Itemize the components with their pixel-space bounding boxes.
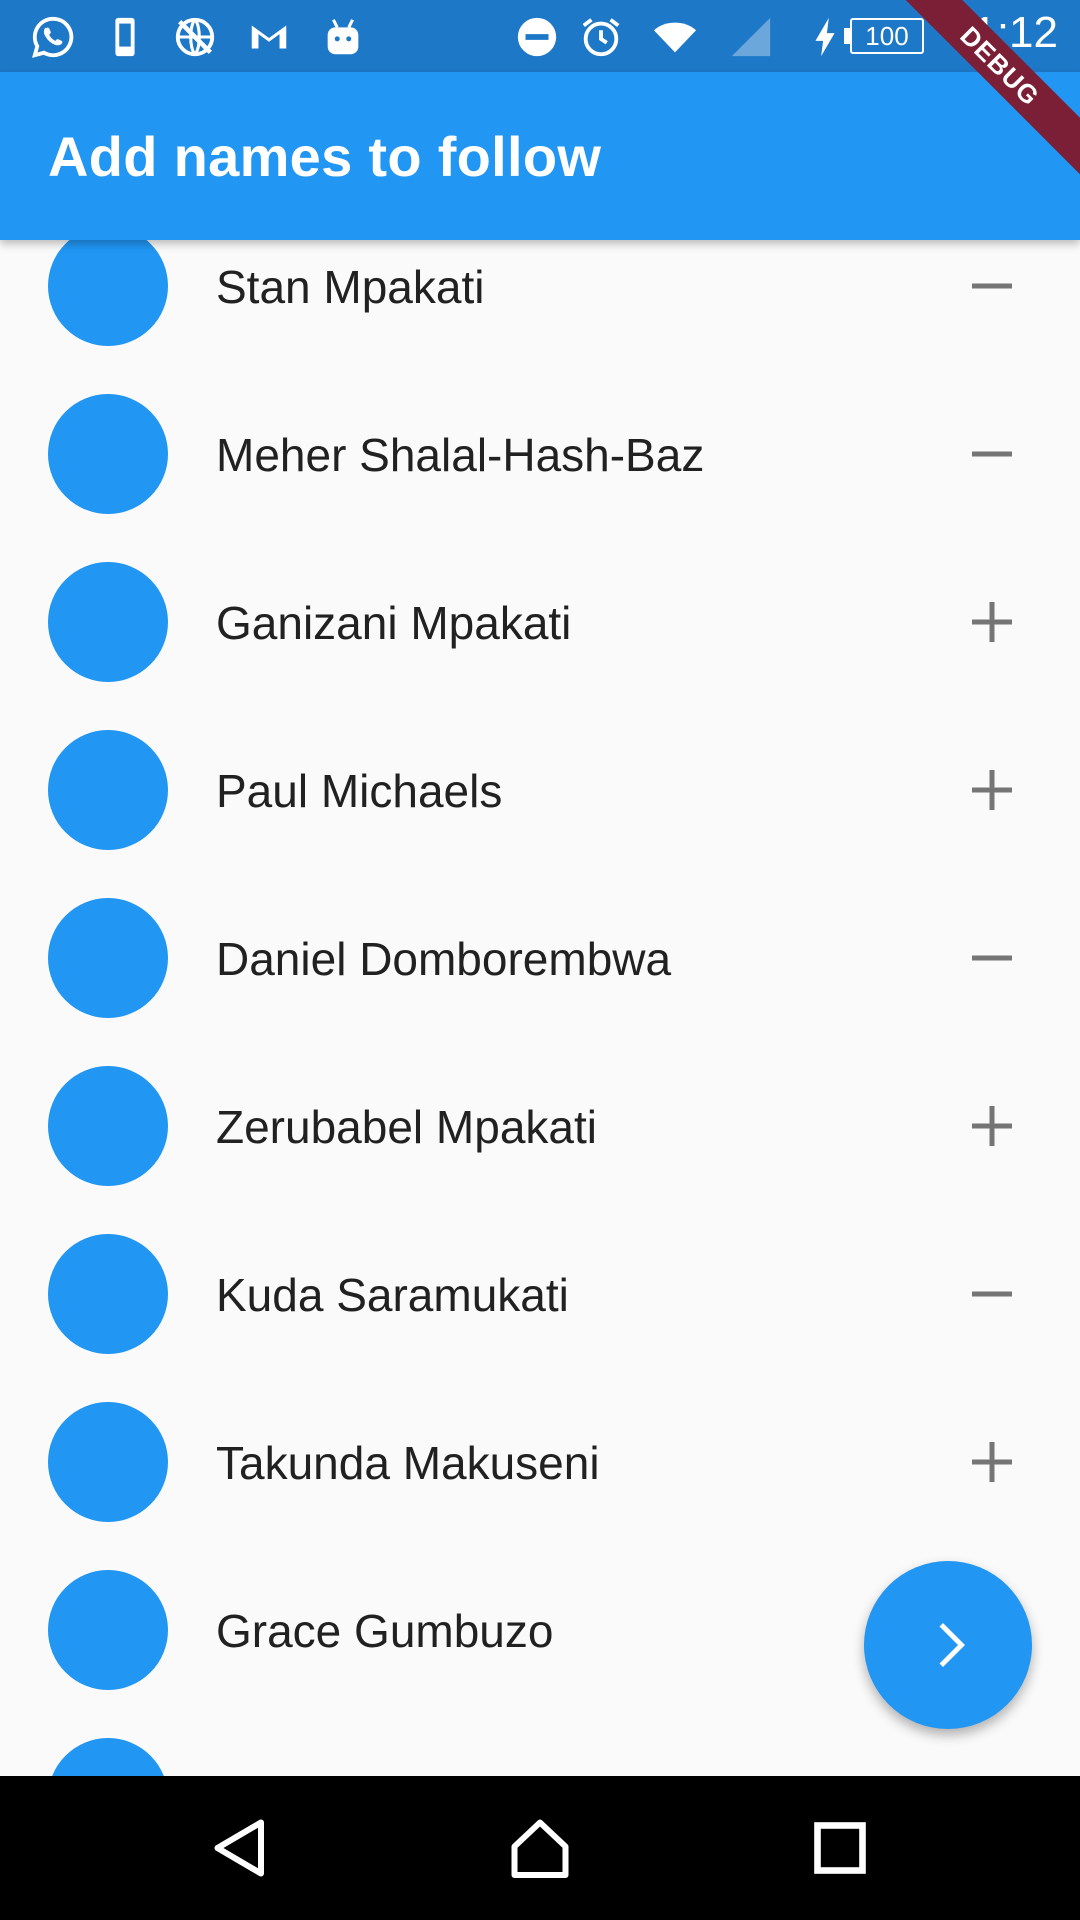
contact-name: Takunda Makuseni: [216, 1437, 600, 1489]
avatar: [48, 730, 168, 850]
list-item[interactable]: Zerubabel Mpakati: [0, 1042, 1080, 1210]
list-item[interactable]: Kuda Saramukati: [0, 1210, 1080, 1378]
avatar: [48, 898, 168, 1018]
avatar: [48, 1234, 168, 1354]
minus-icon: [972, 1291, 1012, 1297]
avatar: [48, 1570, 168, 1690]
navigation-bar: [0, 1776, 1080, 1920]
charging-icon: [815, 17, 835, 57]
home-icon[interactable]: [504, 1812, 576, 1884]
contact-name: Grace Gumbuzo: [216, 1605, 554, 1657]
avatar: [48, 1402, 168, 1522]
battery-icon: 100: [844, 18, 926, 54]
gmail-icon: [251, 25, 287, 49]
minus-icon: [972, 283, 1012, 289]
wifi-icon: [653, 22, 697, 53]
avatar: [48, 394, 168, 514]
plus-icon: [972, 1442, 1012, 1482]
minus-icon: [972, 451, 1012, 457]
list-item[interactable]: Daniel Domborembwa: [0, 874, 1080, 1042]
battery-level: 100: [865, 21, 909, 51]
chevron-right-icon: [939, 1623, 965, 1667]
contact-name: Kuda Saramukati: [216, 1269, 569, 1321]
remove-button[interactable]: [962, 1264, 1022, 1324]
add-button[interactable]: [962, 592, 1022, 652]
no-network-icon: [175, 17, 215, 57]
contact-name: Zerubabel Mpakati: [216, 1101, 597, 1153]
alarm-icon: [582, 18, 620, 57]
recents-icon[interactable]: [804, 1812, 876, 1884]
page-title: Add names to follow: [48, 125, 602, 188]
contact-name: Paul Michaels: [216, 765, 503, 817]
plus-icon: [972, 770, 1012, 810]
remove-button[interactable]: [962, 424, 1022, 484]
add-button[interactable]: [962, 760, 1022, 820]
android-icon: [327, 19, 359, 55]
avatar: [48, 240, 168, 346]
contact-name: Daniel Domborembwa: [216, 933, 672, 985]
list-item[interactable]: Ganizani Mpakati: [0, 538, 1080, 706]
list-item[interactable]: Takunda Makuseni: [0, 1378, 1080, 1546]
names-list[interactable]: Stan Mpakati Meher Shalal-Hash-Baz Ganiz…: [0, 240, 1080, 1776]
next-button[interactable]: [864, 1561, 1032, 1729]
list-item[interactable]: Stan Mpakati: [0, 240, 1080, 370]
plus-icon: [972, 1106, 1012, 1146]
contact-name: Ganizani Mpakati: [216, 597, 572, 649]
app-bar: Add names to follow: [0, 72, 1080, 240]
plus-icon: [972, 602, 1012, 642]
minus-icon: [972, 955, 1012, 961]
list-item[interactable]: Paul Michaels: [0, 706, 1080, 874]
back-icon[interactable]: [204, 1812, 276, 1884]
cell-signal-icon: [731, 17, 771, 57]
whatsapp-icon: [32, 16, 74, 58]
avatar: [48, 1738, 168, 1776]
avatar: [48, 1066, 168, 1186]
do-not-disturb-icon: [517, 17, 557, 57]
remove-button[interactable]: [962, 256, 1022, 316]
add-button[interactable]: [962, 1096, 1022, 1156]
contact-name: Meher Shalal-Hash-Baz: [216, 429, 705, 481]
phone-notification-icon: [115, 17, 135, 57]
list-item[interactable]: Meher Shalal-Hash-Baz: [0, 370, 1080, 538]
add-button[interactable]: [962, 1432, 1022, 1492]
remove-button[interactable]: [962, 928, 1022, 988]
avatar: [48, 562, 168, 682]
contact-name: Stan Mpakati: [216, 261, 485, 313]
